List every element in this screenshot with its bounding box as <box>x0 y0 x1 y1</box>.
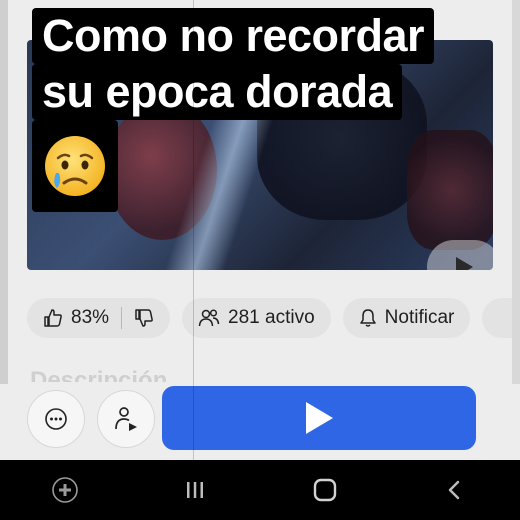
bell-icon <box>359 309 376 327</box>
overlay-guide-line <box>193 0 194 520</box>
chip-divider <box>121 307 123 329</box>
thumbs-down-icon[interactable] <box>134 308 154 328</box>
play-icon <box>456 257 473 270</box>
system-nav-bar <box>0 460 520 520</box>
engagement-chips: 83% 281 activo Notificar <box>27 298 513 338</box>
home-button[interactable] <box>305 470 345 510</box>
like-percent: 83% <box>71 307 110 328</box>
like-dislike-chip: 83% <box>27 298 171 338</box>
home-icon <box>313 478 337 502</box>
banner-play-button[interactable] <box>427 240 493 270</box>
more-options-button[interactable] <box>27 390 85 448</box>
play-icon <box>306 402 333 434</box>
notify-label: Notificar <box>384 307 455 328</box>
crying-face-emoji <box>45 136 105 196</box>
user-play-button[interactable] <box>97 390 155 448</box>
user-play-icon <box>115 407 137 431</box>
game-launcher-button[interactable] <box>45 470 85 510</box>
banner-figure <box>407 130 493 250</box>
more-chip-peek[interactable] <box>482 298 513 338</box>
bottom-action-bar <box>0 384 520 460</box>
thumbs-up-icon[interactable] <box>43 308 63 328</box>
description-heading: Descripción <box>30 367 168 382</box>
more-horizontal-icon <box>45 408 67 430</box>
gamepad-icon <box>52 477 78 503</box>
caption-line-1: Como no recordar <box>32 8 435 64</box>
notify-chip[interactable]: Notificar <box>342 298 471 338</box>
people-icon <box>198 309 220 327</box>
main-play-button[interactable] <box>162 386 476 450</box>
back-button[interactable] <box>435 470 475 510</box>
active-count: 281 activo <box>228 307 315 328</box>
app-screen: Como no recordar su epoca dorada 83% 281… <box>0 0 520 520</box>
caption-emoji-box <box>32 120 118 212</box>
recent-apps-icon <box>187 482 203 498</box>
recent-apps-button[interactable] <box>175 470 215 510</box>
caption-line-2: su epoca dorada <box>32 64 403 120</box>
active-viewers-chip[interactable]: 281 activo <box>182 298 331 338</box>
back-icon <box>448 480 460 500</box>
